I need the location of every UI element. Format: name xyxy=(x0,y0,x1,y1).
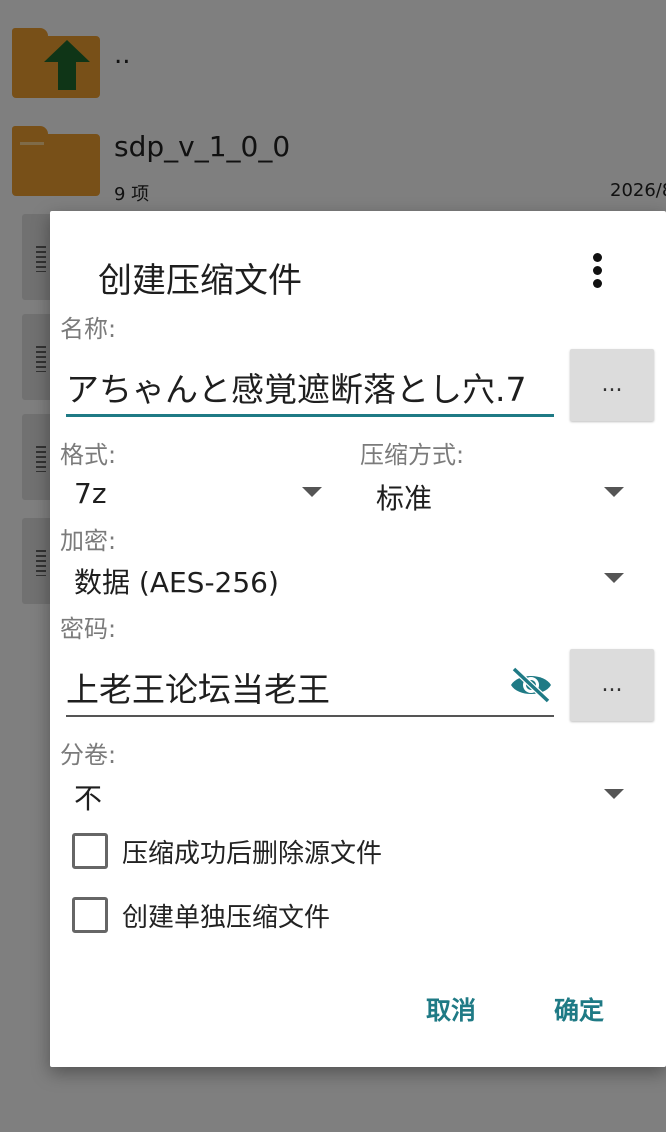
format-dropdown-icon[interactable] xyxy=(302,487,322,497)
input-underline xyxy=(66,715,554,717)
password-input[interactable]: 上老王论坛当老王 xyxy=(66,655,554,717)
delete-source-checkbox[interactable] xyxy=(72,833,108,869)
cancel-button[interactable]: 取消 xyxy=(426,991,476,1027)
format-label: 格式: xyxy=(60,441,117,469)
format-select[interactable]: 7z xyxy=(74,477,107,510)
compression-label: 压缩方式: xyxy=(360,441,465,469)
split-label: 分卷: xyxy=(60,741,117,769)
encryption-label: 加密: xyxy=(60,527,117,555)
password-label: 密码: xyxy=(60,615,117,643)
dialog-title: 创建压缩文件 xyxy=(98,261,302,301)
password-options-button[interactable]: ... xyxy=(570,649,654,721)
hide-password-icon[interactable] xyxy=(508,665,554,705)
input-underline xyxy=(66,414,554,417)
browse-name-button[interactable]: ... xyxy=(570,349,654,421)
split-dropdown-icon[interactable] xyxy=(604,789,624,799)
separate-archive-label[interactable]: 创建单独压缩文件 xyxy=(122,897,330,934)
split-select[interactable]: 不 xyxy=(74,777,102,817)
ok-button[interactable]: 确定 xyxy=(554,991,604,1027)
more-options-icon[interactable] xyxy=(588,253,608,289)
name-label: 名称: xyxy=(60,315,117,343)
encryption-dropdown-icon[interactable] xyxy=(604,573,624,583)
separate-archive-checkbox[interactable] xyxy=(72,897,108,933)
archive-name-input[interactable]: アちゃんと感覚遮断落とし穴.7 xyxy=(66,355,554,417)
compression-dropdown-icon[interactable] xyxy=(604,487,624,497)
password-value: 上老王论坛当老王 xyxy=(66,670,330,709)
encryption-select[interactable]: 数据 (AES-256) xyxy=(74,561,279,601)
create-archive-dialog: 创建压缩文件 名称: アちゃんと感覚遮断落とし穴.7 ... 格式: 7z 压缩… xyxy=(50,211,666,1067)
delete-source-label[interactable]: 压缩成功后删除源文件 xyxy=(122,833,382,870)
compression-select[interactable]: 标准 xyxy=(376,477,432,517)
archive-name-value: アちゃんと感覚遮断落とし穴.7 xyxy=(66,370,527,409)
